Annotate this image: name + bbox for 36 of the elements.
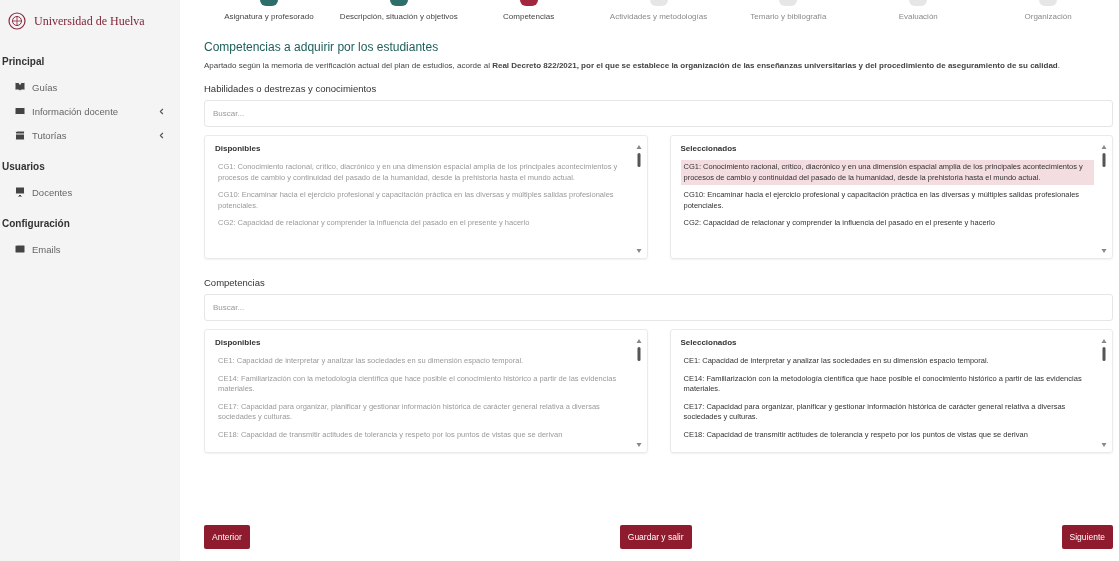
page-title: Competencias a adquirir por los estudiantes	[204, 40, 440, 54]
sidebar-item[interactable]: Guías	[0, 75, 180, 99]
sidebar-item[interactable]: Emails	[0, 237, 180, 261]
list-title: Seleccionados	[680, 338, 738, 347]
save-button[interactable]: Guardar y salir	[619, 525, 692, 549]
previous-button[interactable]: Anterior	[204, 525, 250, 549]
list-title: Seleccionados	[680, 144, 738, 153]
sidebar-section-title: Configuración	[1, 217, 71, 231]
search-field[interactable]: Buscar...	[204, 294, 1113, 321]
step-label[interactable]: Competencias	[503, 12, 555, 21]
section-heading: Competencias	[204, 277, 266, 288]
sidebar-item[interactable]: Información docente	[0, 99, 180, 123]
description-text: Apartado según la memoria de verificación actual del plan de estudios, acorde al Real Decreto 822/2021, por el que se establece la organización de las enseñanzas universitarias y del procedimiento de aseguramiento de su calidad.	[204, 60, 1061, 71]
section-heading: Habilidades o destrezas y conocimientos	[204, 83, 378, 94]
scrollbar[interactable]	[634, 144, 643, 254]
presentation-icon	[14, 186, 26, 198]
sidebar-item[interactable]: Tutorías	[0, 123, 180, 147]
step-label[interactable]: Evaluación	[898, 12, 938, 21]
sidebar-section-title: Principal	[1, 55, 46, 69]
step-label[interactable]: Descripción, situación y objetivos	[339, 12, 458, 21]
scrollbar[interactable]	[634, 338, 643, 448]
list-title: Disponibles	[215, 338, 262, 347]
list-title: Disponibles	[215, 144, 262, 153]
scrollbar[interactable]	[1100, 338, 1108, 448]
step-label[interactable]: Organización	[1024, 12, 1072, 21]
step-label[interactable]: Asignatura y profesorado	[224, 12, 314, 21]
scrollbar[interactable]	[1100, 144, 1108, 254]
search-field[interactable]: Buscar...	[204, 100, 1113, 127]
sidebar-item[interactable]: Docentes	[0, 180, 180, 204]
logo-text: Universidad de Huelva	[34, 13, 145, 29]
next-button[interactable]: Siguiente	[1061, 525, 1113, 549]
seal-icon	[8, 12, 26, 30]
sidebar-section-title: Usuarios	[1, 160, 46, 174]
book-icon	[14, 81, 26, 93]
step-label[interactable]: Temario y bibliografía	[750, 12, 827, 21]
step-label[interactable]: Actividades y metodologías	[609, 12, 708, 21]
